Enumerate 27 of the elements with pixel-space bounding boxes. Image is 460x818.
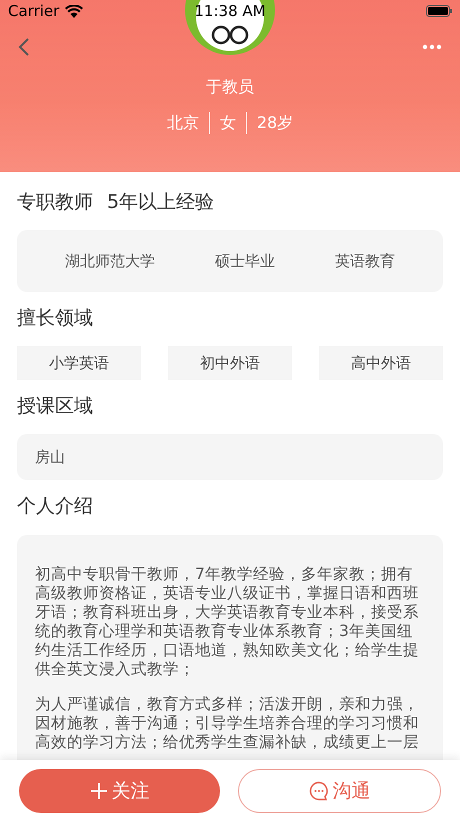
intro-paragraph: 为人严谨诚信，教育方式多样；活泼开朗，亲和力强，因材施教，善于沟通；引导学生培养合理的学习习惯和高效的学习方法；给优秀学生查漏补缺，成绩更上一层 [35, 695, 420, 752]
area-text: 房山 [17, 434, 443, 480]
chat-bubble-icon [308, 781, 328, 801]
profile-detail: 28岁 [246, 112, 304, 134]
more-icon[interactable] [422, 44, 442, 50]
education-item: 硕士毕业 [215, 252, 275, 270]
profile-detail: 女 [208, 112, 246, 134]
experience-text: 5年以上经验 [107, 190, 214, 214]
plus-icon [90, 782, 108, 800]
education-item: 湖北师范大学 [65, 252, 155, 270]
battery-icon [426, 5, 452, 17]
section-title: 擅长领域 [17, 306, 93, 330]
back-icon[interactable] [18, 37, 30, 57]
subject-tag: 小学英语 [17, 346, 141, 380]
chat-button[interactable]: 沟通 [238, 769, 441, 813]
profile-detail: 北京 [166, 112, 200, 134]
section-title: 个人介绍 [17, 494, 93, 518]
subject-tag: 高中外语 [319, 346, 443, 380]
teacher-name: 于教员 [206, 77, 254, 98]
follow-button[interactable]: 关注 [19, 769, 220, 813]
intro-paragraph: 初高中专职骨干教师，7年教学经验，多年家教；拥有高级教师资格证，英语专业八级证书，掌握日语和西班牙语；教育科班出身，大学英语教育专业本科，接受系统的教育心理学和英语教育专业体系教育；3年美国纽约生活工作经历，口语地道，熟知欧美文化；给学生提供全英文浸入式教学； [35, 565, 420, 679]
teacher-role: 专职教师 [17, 190, 93, 214]
subject-tag: 初中外语 [168, 346, 292, 380]
carrier-text: Carrier [8, 2, 60, 20]
section-title: 授课区域 [17, 394, 93, 418]
wifi-icon [65, 4, 84, 18]
education-item: 英语教育 [335, 252, 395, 270]
